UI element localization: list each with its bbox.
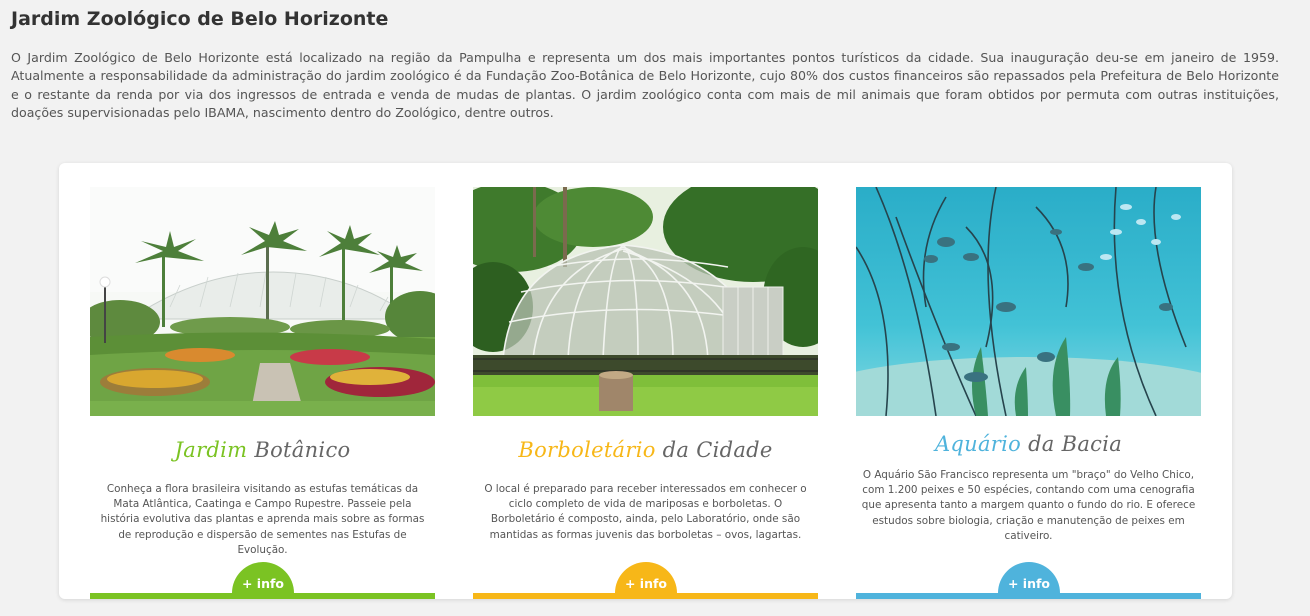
jardim-botanico-title-accent: Jardim	[174, 438, 248, 462]
jardim-botanico-title-rest: Botânico	[247, 438, 351, 462]
jardim-botanico-image	[90, 187, 435, 416]
borboletario-footer: + info	[473, 562, 818, 599]
aquario-description: O Aquário São Francisco representa um "b…	[861, 469, 1196, 542]
aquario-image	[856, 187, 1201, 416]
borboletario-title: Borboletário da Cidade	[473, 438, 818, 462]
page-title: Jardim Zoológico de Belo Horizonte	[11, 8, 389, 30]
card-jardim-botanico: Jardim Botânico Conheça a flora brasilei…	[90, 187, 435, 599]
aquario-footer: + info	[856, 562, 1201, 599]
intro-paragraph: O Jardim Zoológico de Belo Horizonte est…	[11, 50, 1279, 120]
jardim-botanico-description: Conheça a flora brasileira visitando as …	[100, 483, 425, 556]
attractions-panel: Jardim Botânico Conheça a flora brasilei…	[59, 163, 1232, 599]
aquario-info-button[interactable]: + info	[998, 562, 1060, 599]
aquario-title-rest: da Bacia	[1021, 432, 1123, 456]
jardim-botanico-title: Jardim Botânico	[90, 438, 435, 462]
borboletario-info-button[interactable]: + info	[615, 562, 677, 599]
aquario-title-accent: Aquário	[934, 432, 1022, 456]
card-borboletario: Borboletário da Cidade O local é prepara…	[473, 187, 818, 599]
borboletario-image	[473, 187, 818, 416]
borboletario-title-rest: da Cidade	[655, 438, 773, 462]
aquario-title: Aquário da Bacia	[856, 432, 1201, 456]
jardim-botanico-footer: + info	[90, 562, 435, 599]
borboletario-description: O local é preparado para receber interes…	[484, 483, 807, 541]
card-aquario: Aquário da Bacia O Aquário São Francisco…	[856, 187, 1201, 599]
borboletario-title-accent: Borboletário	[518, 438, 656, 462]
jardim-botanico-info-button[interactable]: + info	[232, 562, 294, 599]
